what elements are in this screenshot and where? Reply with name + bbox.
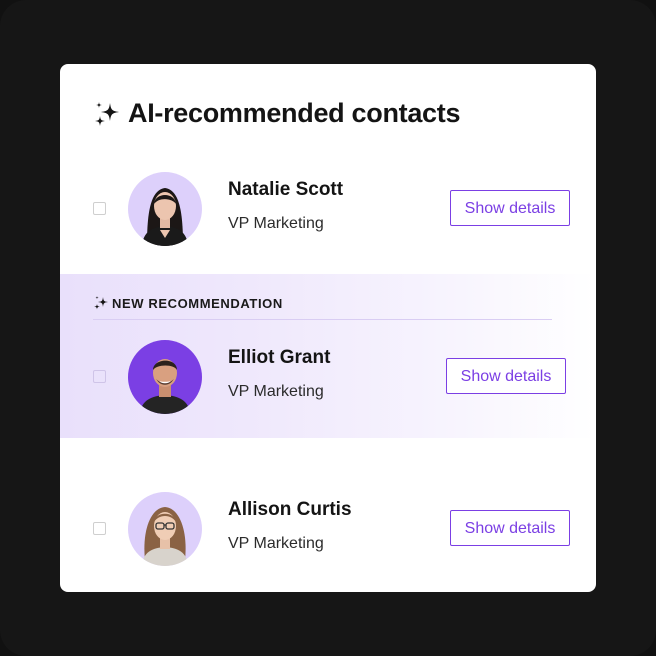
contact-checkbox[interactable] xyxy=(93,370,106,383)
show-details-button[interactable]: Show details xyxy=(446,358,566,394)
avatar xyxy=(128,340,202,414)
new-recommendation-label: NEW RECOMMENDATION xyxy=(112,295,283,311)
app-frame: AI-recommended contacts Natalie Scott VP… xyxy=(0,0,656,656)
contacts-card: AI-recommended contacts Natalie Scott VP… xyxy=(60,64,596,592)
show-details-button[interactable]: Show details xyxy=(450,510,570,546)
contact-row: Natalie Scott VP Marketing Show details xyxy=(60,172,596,248)
card-header: AI-recommended contacts xyxy=(92,98,460,129)
contact-row: Elliot Grant VP Marketing Show details xyxy=(60,340,596,416)
sparkles-icon xyxy=(94,296,108,310)
contact-name: Elliot Grant xyxy=(228,347,331,368)
contact-row: Allison Curtis VP Marketing Show details xyxy=(60,492,596,568)
show-details-button[interactable]: Show details xyxy=(450,190,570,226)
contact-checkbox[interactable] xyxy=(93,522,106,535)
avatar xyxy=(128,172,202,246)
contact-name: Allison Curtis xyxy=(228,499,352,520)
new-recommendation-header: NEW RECOMMENDATION xyxy=(93,295,283,311)
card-title: AI-recommended contacts xyxy=(128,98,461,128)
new-recommendation-section: NEW RECOMMENDATION Elliot Grant VP Marke… xyxy=(60,274,596,438)
contact-checkbox[interactable] xyxy=(93,202,106,215)
contact-role: VP Marketing xyxy=(228,215,324,232)
sparkles-icon xyxy=(95,101,119,126)
contact-name: Natalie Scott xyxy=(228,179,344,200)
contact-role: VP Marketing xyxy=(228,383,324,400)
avatar xyxy=(128,492,202,566)
contact-role: VP Marketing xyxy=(228,535,324,552)
divider xyxy=(93,319,552,320)
